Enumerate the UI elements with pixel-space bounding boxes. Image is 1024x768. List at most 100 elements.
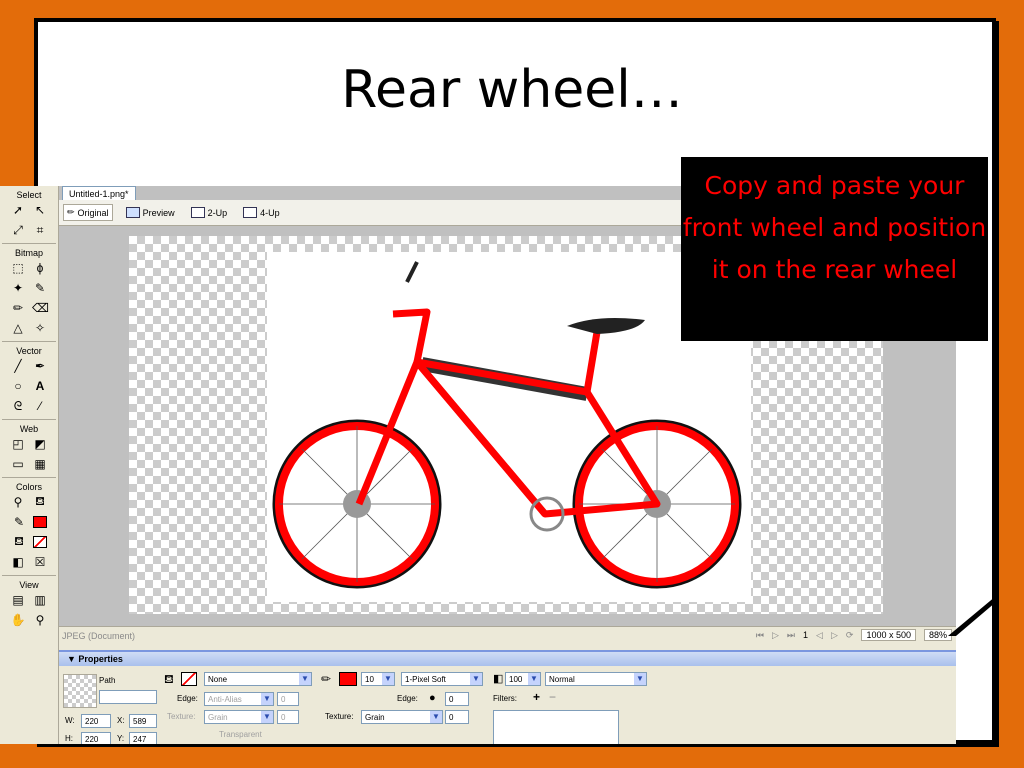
tools-section-bitmap: Bitmap [14,248,43,258]
standard-screen-icon[interactable]: ▤ [10,593,26,607]
show-slices-icon[interactable]: ▦ [32,457,48,471]
tab-4up[interactable]: 4-Up [240,205,283,220]
filters-list[interactable] [493,710,619,744]
hotspot-icon[interactable]: ◰ [10,437,26,451]
knife-icon[interactable]: ⁄ [32,399,48,413]
slide-title: Rear wheel… [341,60,683,120]
edge-amount[interactable]: 0 [277,692,299,706]
rubber-stamp-icon[interactable]: ✧ [32,321,48,335]
text-tool-icon[interactable]: A [32,379,48,393]
bicycle-drawing [272,261,742,589]
stroke-size-field[interactable]: 10 ▼ [361,672,395,686]
width-field[interactable]: 220 [81,714,111,728]
marquee-icon[interactable]: ⬚ [10,261,26,275]
chevron-down-icon: ▼ [261,693,273,705]
fill-none-swatch[interactable] [33,536,47,548]
next-frame-icon[interactable]: ▷ [831,630,838,641]
bicycle-photo[interactable] [267,252,751,602]
x-value: 589 [133,717,147,726]
full-screen-menu-icon[interactable]: ▥ [32,593,48,607]
pointer-icon[interactable]: ➚ [10,203,26,217]
paint-bucket-icon[interactable]: ⛾ [32,494,48,510]
freeform-icon[interactable]: ᘓ [10,399,26,414]
x-field[interactable]: 589 [129,714,157,728]
document-tab[interactable]: Untitled-1.png* [62,186,136,201]
fill-color-icon[interactable]: ⛾ [11,534,27,550]
chevron-down-icon: ▼ [470,673,482,685]
blur-icon[interactable]: △ [10,321,26,335]
loop-icon[interactable]: ⟳ [846,630,854,641]
prev-frame-icon[interactable]: ◁ [816,630,823,641]
tab-original-label: Original [77,207,109,218]
tab-2up-label: 2-Up [207,207,228,218]
stroke-texture-amount[interactable]: 0 [445,710,469,724]
w-label: W: [65,716,75,725]
crop-icon[interactable]: ⌗ [32,223,48,238]
tab-preview[interactable]: Preview [123,205,178,220]
lasso-icon[interactable]: ϕ [32,261,48,275]
hand-icon[interactable]: ✋ [10,613,26,627]
stroke-type-select[interactable]: 1-Pixel Soft ▼ [401,672,483,686]
line-icon[interactable]: ╱ [10,359,26,373]
canvas-size: 1000 x 500 [861,629,916,641]
status-document-type: JPEG (Document) [62,630,136,641]
pencil-icon[interactable]: ✏ [10,301,26,315]
slice-icon[interactable]: ◩ [32,437,48,451]
texture-value: Grain [208,713,228,722]
magic-wand-icon[interactable]: ✦ [10,281,26,295]
stroke-color-icon[interactable]: ✎ [11,515,27,529]
y-label: Y: [117,734,125,743]
transparent-checkbox[interactable]: Transparent [219,730,262,739]
pen-icon[interactable]: ✒ [32,359,48,373]
texture-amount-value: 0 [281,713,286,722]
fill-bucket-icon[interactable]: ⛾ [164,672,174,688]
default-colors-icon[interactable]: ◧ [10,555,26,569]
fill-type-value: None [208,675,228,684]
brush-icon[interactable]: ✎ [32,281,48,295]
chevron-down-icon: ▼ [430,711,442,723]
frame-number: 1 [803,630,809,640]
opacity-field[interactable]: 100 ▼ [505,672,541,686]
stroke-pencil-icon[interactable]: ✏ [321,672,331,686]
blend-mode-select[interactable]: Normal ▼ [545,672,647,686]
hide-slices-icon[interactable]: ▭ [10,457,26,471]
subselect-icon[interactable]: ↖ [32,203,48,217]
fill-color-swatch[interactable] [181,672,197,686]
stroke-texture-select[interactable]: Grain ▼ [361,710,443,724]
no-stroke-icon[interactable]: ☒ [32,555,48,569]
tab-original[interactable]: ✏ Original [63,204,113,221]
eyedropper-icon[interactable]: ⚲ [10,495,26,509]
tools-section-web: Web [19,424,39,434]
last-frame-icon[interactable]: ⏭ [787,630,795,641]
opacity-icon: ◧ [493,673,504,685]
tab-2up[interactable]: 2-Up [188,205,231,220]
remove-filter-icon[interactable]: − [549,690,556,704]
edge-select[interactable]: Anti-Alias ▼ [204,692,274,706]
stroke-swatch[interactable] [33,516,47,528]
eraser-icon[interactable]: ⌫ [32,301,49,315]
stroke-size-value: 10 [365,675,374,684]
y-field[interactable]: 247 [129,732,157,744]
stroke-texture-label: Texture: [325,712,354,721]
scale-icon[interactable]: ⤢ [10,223,26,238]
two-up-icon [190,207,205,218]
height-field[interactable]: 220 [81,732,111,744]
fill-type-select[interactable]: None ▼ [204,672,312,686]
stroke-color-swatch[interactable] [339,672,357,686]
zoom-icon[interactable]: ⚲ [32,613,48,627]
texture-select[interactable]: Grain ▼ [204,710,274,724]
tools-section-vector: Vector [16,346,42,356]
stroke-edge-amount[interactable]: 0 [445,692,469,706]
object-name-field[interactable] [99,690,157,704]
play-icon[interactable]: ▷ [772,630,779,641]
add-filter-icon[interactable]: + [533,690,540,704]
chevron-down-icon: ▼ [382,673,394,685]
tab-4up-label: 4-Up [260,207,280,218]
y-value: 247 [133,735,147,744]
texture-amount[interactable]: 0 [277,710,299,724]
ellipse-icon[interactable]: ○ [10,379,26,393]
filters-label: Filters: [493,694,517,703]
h-label: H: [65,734,73,743]
first-frame-icon[interactable]: ⏮ [756,630,764,641]
properties-header[interactable]: ▼ Properties [59,652,956,666]
